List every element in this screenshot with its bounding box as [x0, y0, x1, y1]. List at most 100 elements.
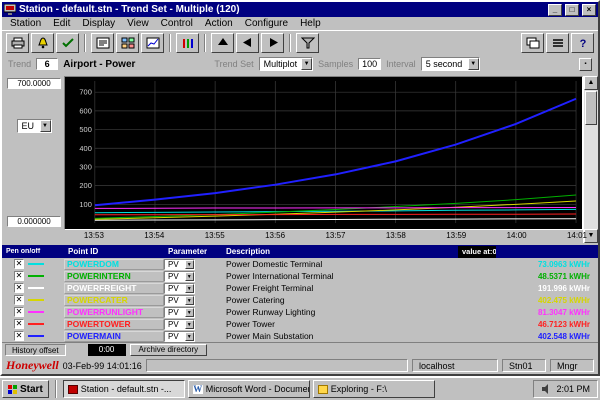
scroll-up-icon[interactable]: ▲ — [584, 76, 598, 90]
parameter-select[interactable]: PV ▼ — [164, 307, 195, 318]
svg-text:400: 400 — [79, 144, 91, 153]
pen-checkbox[interactable]: ✕ — [14, 295, 24, 305]
trend-plot[interactable]: 100200300400500600700 — [65, 77, 582, 229]
header-value-at: value at: — [462, 246, 492, 258]
unit-select[interactable]: EU ▼ — [17, 119, 52, 133]
point-id-field[interactable]: POWERRUNLIGHT — [64, 307, 164, 318]
print-button[interactable] — [6, 33, 29, 53]
context-help-button[interactable]: ? — [571, 33, 594, 53]
history-offset-value[interactable]: 0:00 — [88, 344, 126, 356]
chart-region: 700.0000 EU ▼ 0.000000 10020030040050060… — [2, 74, 598, 243]
pen-checkbox[interactable]: ✕ — [14, 259, 24, 269]
start-button[interactable]: Start — [2, 380, 49, 398]
parameter-select[interactable]: PV ▼ — [164, 283, 195, 294]
samples-field[interactable]: 100 — [358, 58, 381, 70]
acknowledge-button[interactable] — [56, 33, 79, 53]
scroll-track[interactable] — [584, 126, 598, 229]
maximize-button[interactable]: □ — [565, 4, 579, 16]
taskbar-task[interactable]: Exploring - F:\ — [313, 380, 435, 398]
interval-value: 5 second — [422, 58, 468, 70]
point-id-field[interactable]: POWERTOWER — [64, 319, 164, 330]
trend-display-button[interactable] — [141, 33, 164, 53]
history-offset-label: History offset — [5, 344, 66, 356]
x-axis-label: 13:55 — [205, 231, 225, 240]
x-axis-label: 13:58 — [386, 231, 406, 240]
menu-configure[interactable]: Configure — [239, 18, 294, 29]
parameter-select[interactable]: PV ▼ — [164, 259, 195, 270]
grid-icon — [121, 37, 135, 49]
pen-checkbox[interactable]: ✕ — [14, 271, 24, 281]
trend-chart-icon — [146, 37, 160, 49]
pen-checkbox[interactable]: ✕ — [14, 307, 24, 317]
minimize-button[interactable]: _ — [548, 4, 562, 16]
menu-action[interactable]: Action — [199, 18, 239, 29]
point-id-field[interactable]: POWERINTERN — [64, 271, 164, 282]
svg-text:500: 500 — [79, 125, 91, 134]
multiplot-button[interactable] — [176, 33, 199, 53]
page-left-button[interactable] — [236, 33, 259, 53]
chevron-down-icon: ▼ — [185, 332, 194, 341]
window-menu-button[interactable] — [546, 33, 569, 53]
bell-icon — [36, 37, 50, 49]
chevron-down-icon: ▼ — [40, 120, 51, 132]
arrow-up-icon — [217, 37, 229, 48]
parameter-select[interactable]: PV ▼ — [164, 295, 195, 306]
restore-windows-button[interactable] — [521, 33, 544, 53]
axis-controls: 700.0000 EU ▼ 0.000000 — [4, 76, 64, 243]
station-icon — [68, 385, 78, 394]
close-button[interactable]: × — [582, 4, 596, 16]
interval-select[interactable]: 5 second ▼ — [421, 57, 480, 71]
trend-number-field[interactable]: 6 — [36, 58, 58, 70]
tray-clock[interactable]: 2:01 PM — [556, 384, 590, 394]
group-display-button[interactable] — [116, 33, 139, 53]
scroll-thumb[interactable] — [585, 91, 597, 125]
pen-checkbox[interactable]: ✕ — [14, 331, 24, 341]
taskbar: Start Station - default.stn -... WMicroso… — [0, 376, 600, 400]
task-label: Station - default.stn -... — [81, 384, 172, 394]
page-right-button[interactable] — [261, 33, 284, 53]
point-value: 46.7123 kWHr — [440, 320, 598, 329]
chart-scrollbar[interactable]: ▲ ▼ — [583, 76, 598, 243]
toolbar-separator — [204, 34, 206, 52]
status-role: Mngr — [550, 359, 594, 372]
pen-color-sample — [28, 299, 44, 301]
pen-color-sample — [28, 311, 44, 313]
taskbar-task[interactable]: WMicrosoft Word - Document1 — [188, 380, 310, 398]
filter-button[interactable] — [296, 33, 319, 53]
chevron-down-icon: ▼ — [301, 58, 312, 70]
pen-checkbox[interactable]: ✕ — [14, 319, 24, 329]
taskbar-task[interactable]: Station - default.stn -... — [63, 380, 185, 398]
point-id-field[interactable]: POWERCATER — [64, 295, 164, 306]
menu-view[interactable]: View — [121, 18, 155, 29]
menu-display[interactable]: Display — [76, 18, 121, 29]
menu-help[interactable]: Help — [294, 18, 327, 29]
trendbar-more-button[interactable]: ▪ — [579, 58, 592, 71]
samples-label: Samples — [318, 59, 353, 69]
page-up-button[interactable] — [211, 33, 234, 53]
alarm-page-button[interactable] — [31, 33, 54, 53]
menu-control[interactable]: Control — [155, 18, 199, 29]
archive-directory-button[interactable]: Archive directory — [130, 344, 208, 356]
parameter-value: PV — [165, 284, 185, 293]
y-axis-max-field[interactable]: 700.0000 — [7, 78, 61, 89]
point-id-field[interactable]: POWERFREIGHT — [64, 283, 164, 294]
parameter-select[interactable]: PV ▼ — [164, 271, 195, 282]
parameter-select[interactable]: PV ▼ — [164, 319, 195, 330]
pen-table-row: ✕ POWERFREIGHT PV ▼ Power Freight Termin… — [2, 282, 598, 294]
task-label: Microsoft Word - Document1 — [206, 384, 310, 394]
pen-checkbox[interactable]: ✕ — [14, 283, 24, 293]
parameter-select[interactable]: PV ▼ — [164, 331, 195, 342]
point-id-field[interactable]: POWERDOM — [64, 259, 164, 270]
pen-table-row: ✕ POWERTOWER PV ▼ Power Tower 46.7123 kW… — [2, 318, 598, 330]
point-description: Power Freight Terminal — [222, 283, 440, 293]
detail-icon — [96, 37, 110, 49]
trend-set-select[interactable]: Multiplot ▼ — [259, 57, 314, 71]
menu-bar: StationEditDisplayViewControlActionConfi… — [2, 17, 598, 30]
menu-station[interactable]: Station — [4, 18, 47, 29]
point-id-field[interactable]: POWERMAIN — [64, 331, 164, 342]
point-detail-button[interactable] — [91, 33, 114, 53]
menu-edit[interactable]: Edit — [47, 18, 76, 29]
y-axis-min-field[interactable]: 0.000000 — [7, 216, 61, 227]
pen-color-sample — [28, 275, 44, 277]
x-axis-label: 14:01 — [567, 231, 587, 240]
